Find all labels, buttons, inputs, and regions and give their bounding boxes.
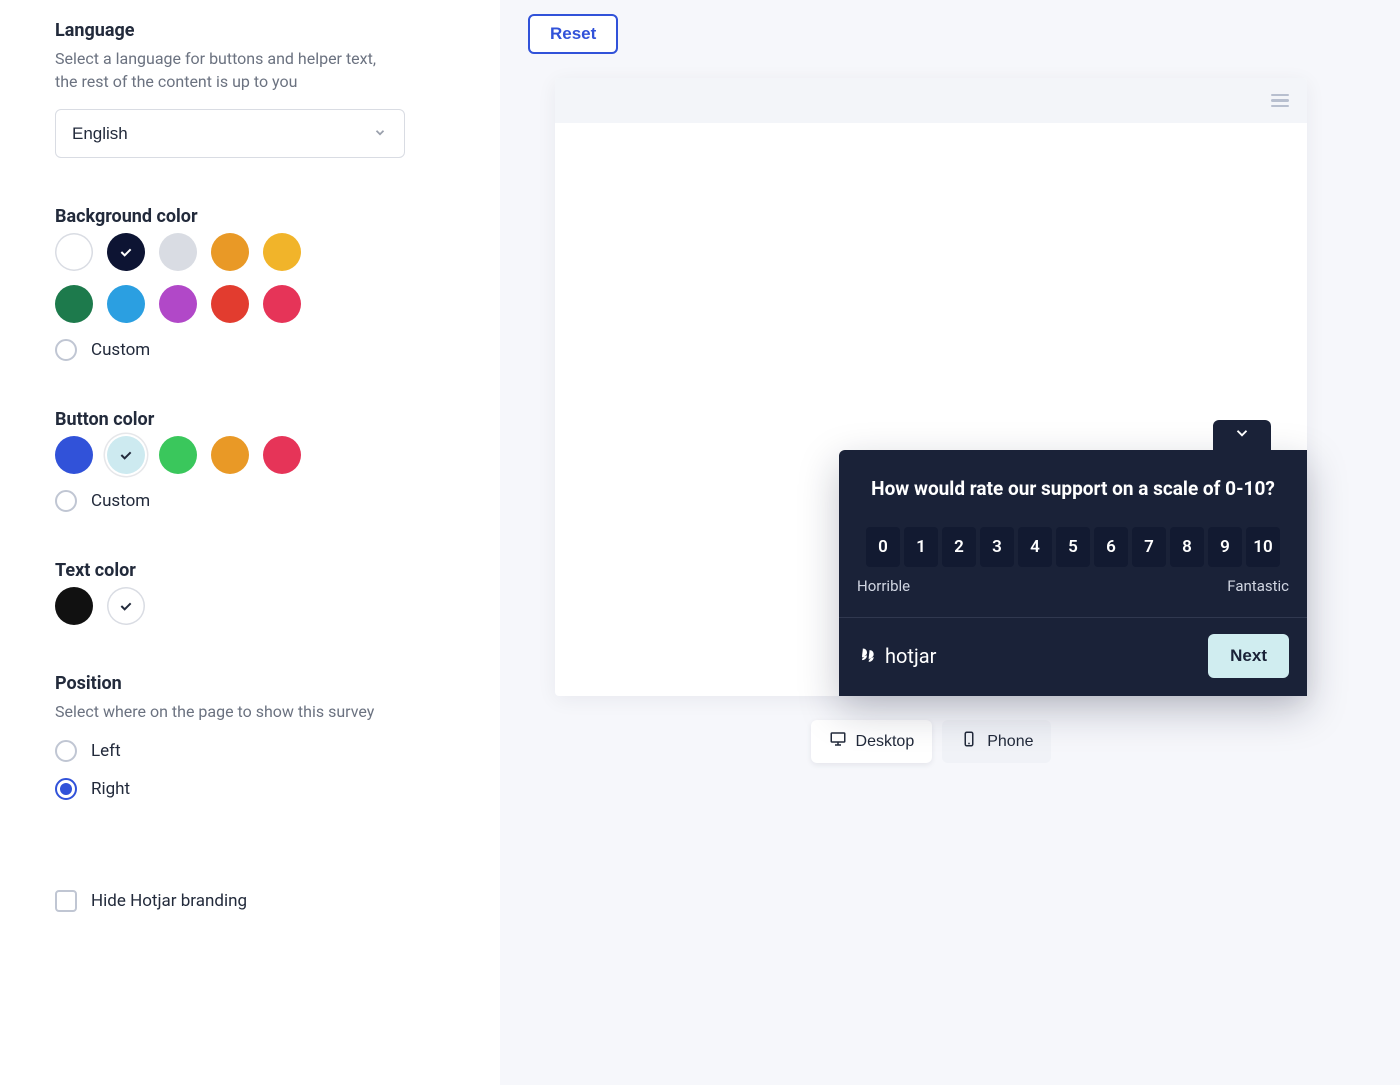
nps-low-label: Horrible <box>857 577 910 595</box>
button-color-heading: Button color <box>55 409 450 430</box>
device-toggle: Desktop Phone <box>811 720 1052 763</box>
hotjar-branding: hotjar <box>857 644 936 668</box>
hotjar-logo-icon <box>857 646 877 666</box>
background-swatch[interactable] <box>55 233 93 271</box>
language-select[interactable]: English <box>55 109 405 158</box>
device-desktop-label: Desktop <box>856 733 915 751</box>
next-button[interactable]: Next <box>1208 634 1289 678</box>
background-swatch[interactable] <box>159 233 197 271</box>
button-color-swatch[interactable] <box>211 436 249 474</box>
button-custom-option[interactable]: Custom <box>55 490 450 512</box>
preview-pane: Reset How would rate our support on a sc… <box>500 0 1400 1085</box>
language-select-wrap: English <box>55 109 405 158</box>
survey-question: How would rate our support on a scale of… <box>839 450 1307 513</box>
nps-score-button[interactable]: 6 <box>1094 527 1128 567</box>
background-swatch[interactable] <box>55 285 93 323</box>
background-custom-option[interactable]: Custom <box>55 339 450 361</box>
background-swatch[interactable] <box>211 285 249 323</box>
survey-footer: hotjar Next <box>839 617 1307 696</box>
background-color-section: Background color Custom <box>55 206 450 361</box>
language-heading: Language <box>55 20 450 41</box>
background-swatch[interactable] <box>159 285 197 323</box>
nps-scale: 012345678910 <box>839 513 1307 577</box>
button-swatch-row <box>55 436 325 474</box>
hotjar-brand-text: hotjar <box>885 644 936 668</box>
position-option-label: Left <box>91 741 121 761</box>
button-color-swatch[interactable] <box>107 436 145 474</box>
background-color-heading: Background color <box>55 206 450 227</box>
hide-branding-checkbox[interactable]: Hide Hotjar branding <box>55 890 450 912</box>
hide-branding-section: Hide Hotjar branding <box>55 890 450 912</box>
nps-score-button[interactable]: 4 <box>1018 527 1052 567</box>
text-color-swatch[interactable] <box>55 587 93 625</box>
button-color-swatch[interactable] <box>263 436 301 474</box>
settings-panel: Language Select a language for buttons a… <box>0 0 500 1085</box>
reset-button[interactable]: Reset <box>528 14 618 54</box>
hide-branding-label: Hide Hotjar branding <box>91 891 247 911</box>
background-swatch-row <box>55 233 325 323</box>
hamburger-icon <box>1271 94 1289 108</box>
background-swatch[interactable] <box>263 233 301 271</box>
radio-icon <box>55 740 77 762</box>
preview-topbar <box>555 78 1307 123</box>
text-color-swatch[interactable] <box>107 587 145 625</box>
nps-labels: Horrible Fantastic <box>839 577 1307 617</box>
nps-score-button[interactable]: 2 <box>942 527 976 567</box>
nps-score-button[interactable]: 5 <box>1056 527 1090 567</box>
nps-score-button[interactable]: 1 <box>904 527 938 567</box>
position-option-label: Right <box>91 779 130 799</box>
button-custom-label: Custom <box>91 491 150 511</box>
text-color-section: Text color <box>55 560 450 625</box>
nps-score-button[interactable]: 3 <box>980 527 1014 567</box>
radio-icon <box>55 339 77 361</box>
survey-body: How would rate our support on a scale of… <box>839 450 1307 696</box>
nps-score-button[interactable]: 0 <box>866 527 900 567</box>
background-swatch[interactable] <box>263 285 301 323</box>
survey-collapse-tab[interactable] <box>1213 420 1271 450</box>
nps-score-button[interactable]: 8 <box>1170 527 1204 567</box>
position-section: Position Select where on the page to sho… <box>55 673 450 799</box>
radio-icon <box>55 778 77 800</box>
nps-score-button[interactable]: 7 <box>1132 527 1166 567</box>
button-color-swatch[interactable] <box>55 436 93 474</box>
device-desktop-button[interactable]: Desktop <box>811 720 933 763</box>
desktop-icon <box>829 730 847 753</box>
background-swatch[interactable] <box>107 285 145 323</box>
device-phone-label: Phone <box>987 733 1033 751</box>
nps-score-button[interactable]: 9 <box>1208 527 1242 567</box>
text-swatch-row <box>55 587 325 625</box>
background-swatch[interactable] <box>107 233 145 271</box>
button-color-swatch[interactable] <box>159 436 197 474</box>
background-custom-label: Custom <box>91 340 150 360</box>
position-option[interactable]: Right <box>55 778 450 800</box>
radio-icon <box>55 490 77 512</box>
nps-high-label: Fantastic <box>1227 577 1289 595</box>
language-description: Select a language for buttons and helper… <box>55 47 395 93</box>
survey-widget: How would rate our support on a scale of… <box>839 450 1307 696</box>
position-option[interactable]: Left <box>55 740 450 762</box>
button-color-section: Button color Custom <box>55 409 450 512</box>
text-color-heading: Text color <box>55 560 450 581</box>
position-description: Select where on the page to show this su… <box>55 700 395 723</box>
position-heading: Position <box>55 673 450 694</box>
language-section: Language Select a language for buttons a… <box>55 20 450 158</box>
preview-card: How would rate our support on a scale of… <box>555 78 1307 696</box>
device-phone-button[interactable]: Phone <box>942 720 1051 763</box>
chevron-down-icon <box>1233 424 1251 446</box>
phone-icon <box>960 730 978 753</box>
background-swatch[interactable] <box>211 233 249 271</box>
nps-score-button[interactable]: 10 <box>1246 527 1280 567</box>
checkbox-icon <box>55 890 77 912</box>
